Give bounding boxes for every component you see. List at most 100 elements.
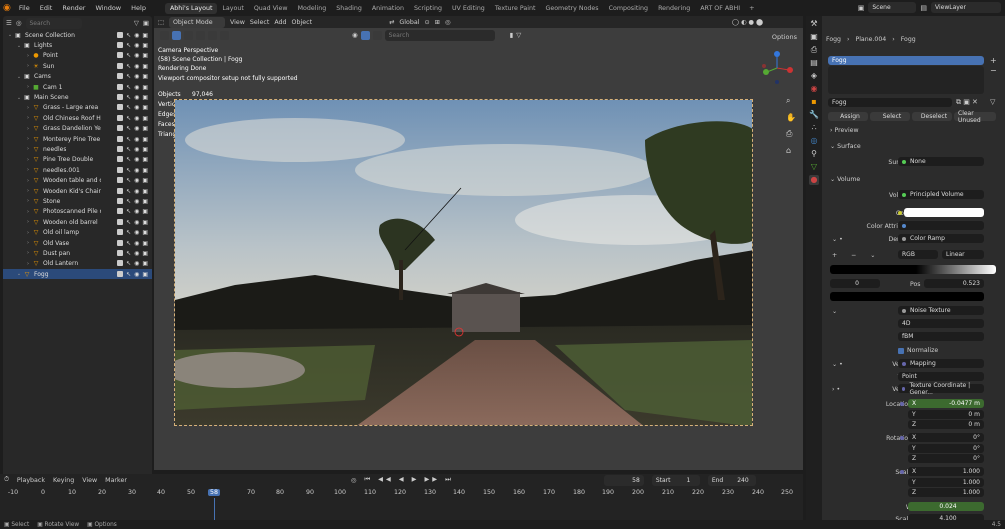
playback-menu[interactable]: Playback bbox=[17, 477, 45, 484]
selectable-arrow-icon[interactable]: ↖ bbox=[126, 271, 131, 278]
visibility-eye-icon[interactable]: ◉ bbox=[134, 198, 139, 205]
tab-workspace[interactable]: Scripting bbox=[409, 3, 447, 14]
outliner-row[interactable]: › ▽ Old oil lamp ↖ ◉ ▣ bbox=[3, 227, 152, 237]
expand-arrow-icon[interactable]: › bbox=[24, 198, 32, 204]
visibility-eye-icon[interactable]: ◉ bbox=[134, 32, 139, 39]
expand-arrow-icon[interactable]: › bbox=[24, 219, 32, 225]
record-icon[interactable]: ◎ bbox=[351, 477, 357, 484]
outliner-row[interactable]: ›▽ Grass Dandelion Yello ↖◉▣ bbox=[3, 124, 152, 134]
expand-arrow-icon[interactable]: › bbox=[24, 53, 32, 59]
exclude-checkbox[interactable] bbox=[117, 73, 124, 80]
exclude-checkbox[interactable] bbox=[117, 166, 124, 173]
tab-workspace[interactable]: Shading bbox=[331, 3, 367, 14]
outliner-row[interactable]: ⌄ ▣ Main Scene ↖ ◉ ▣ bbox=[3, 92, 152, 102]
scale-x-field[interactable]: X 1.000 bbox=[908, 467, 984, 476]
keying-menu[interactable]: Keying bbox=[53, 477, 74, 484]
add-menu[interactable]: Add bbox=[274, 19, 286, 26]
expand-arrow-icon[interactable]: › bbox=[24, 63, 32, 69]
output-tab-icon[interactable]: ⎙ bbox=[809, 45, 819, 55]
3d-viewport[interactable]: ⬚ Object Mode View Select Add Object ⇄ G… bbox=[154, 16, 803, 470]
filter-icon[interactable]: ▽ bbox=[990, 98, 995, 106]
expand-arrow-icon[interactable]: › bbox=[24, 115, 32, 121]
rotation-y-field[interactable]: Y 0° bbox=[908, 443, 984, 453]
noise-type[interactable]: fBM bbox=[898, 332, 984, 341]
render-camera-icon[interactable]: ▣ bbox=[142, 84, 148, 91]
outliner-row[interactable]: › ● Point ↖ ◉ ▣ bbox=[3, 51, 152, 61]
exclude-checkbox[interactable] bbox=[117, 249, 124, 256]
viewport-search-input[interactable]: Search bbox=[384, 29, 495, 41]
render-camera-icon[interactable]: ▣ bbox=[142, 198, 148, 205]
color-swatch[interactable] bbox=[904, 208, 984, 217]
selectable-arrow-icon[interactable]: ↖ bbox=[126, 84, 131, 91]
selectable-arrow-icon[interactable]: ↖ bbox=[126, 125, 131, 132]
select-invert-icon[interactable] bbox=[208, 30, 217, 40]
new-collection-icon[interactable]: ▣ bbox=[143, 19, 149, 27]
expand-arrow-icon[interactable]: › bbox=[24, 178, 32, 184]
outliner-row[interactable]: › ▽ Old Vase ↖ ◉ ▣ bbox=[3, 238, 152, 248]
scene-selector[interactable]: Scene bbox=[868, 2, 917, 13]
pivot-icon[interactable]: ⊙ bbox=[424, 19, 429, 26]
ramp-stop-controls[interactable]: + − ⌄ bbox=[832, 252, 882, 259]
expand-arrow-icon[interactable]: › bbox=[24, 126, 32, 132]
rotation-z-field[interactable]: Z 0° bbox=[908, 454, 984, 463]
filter-icon[interactable]: ▽ bbox=[134, 19, 139, 27]
zoom-icon[interactable]: ⌕ bbox=[786, 96, 796, 106]
render-camera-icon[interactable]: ▣ bbox=[142, 32, 148, 39]
expand-arrow-icon[interactable]: ⌄ bbox=[15, 43, 23, 49]
render-camera-icon[interactable]: ▣ bbox=[142, 42, 148, 49]
visibility-eye-icon[interactable]: ◉ bbox=[134, 260, 139, 267]
expand-arrow-icon[interactable]: › bbox=[24, 230, 32, 236]
scene-tab-icon[interactable]: ◈ bbox=[809, 71, 819, 81]
selectable-arrow-icon[interactable]: ↖ bbox=[126, 52, 131, 59]
menu-file[interactable]: File bbox=[14, 4, 35, 12]
editor-type-icon[interactable]: ⬚ bbox=[158, 19, 164, 26]
add-workspace-icon[interactable]: + bbox=[749, 4, 754, 12]
select-box-icon[interactable] bbox=[172, 30, 181, 40]
render-tab-icon[interactable]: ▣ bbox=[809, 32, 819, 42]
render-camera-icon[interactable]: ▣ bbox=[142, 73, 148, 80]
add-slot-icon[interactable]: + bbox=[990, 56, 997, 65]
view-layer-tab-icon[interactable]: ▤ bbox=[809, 58, 819, 68]
selectable-arrow-icon[interactable]: ↖ bbox=[126, 115, 131, 122]
selectable-arrow-icon[interactable]: ↖ bbox=[126, 104, 131, 111]
select-extend-icon[interactable] bbox=[184, 30, 193, 40]
expand-arrow-icon[interactable]: ⌄ bbox=[15, 95, 23, 101]
pan-hand-icon[interactable]: ✋ bbox=[786, 113, 796, 122]
visibility-eye-icon[interactable]: ◉ bbox=[134, 219, 139, 226]
exclude-checkbox[interactable] bbox=[117, 239, 124, 246]
exclude-checkbox[interactable] bbox=[117, 62, 124, 69]
expand-arrow-icon[interactable]: › bbox=[24, 157, 32, 163]
menu-edit[interactable]: Edit bbox=[35, 4, 58, 12]
render-camera-icon[interactable]: ▣ bbox=[142, 219, 148, 226]
shading-icons[interactable]: ◯ ◐ ● ⬤ bbox=[732, 19, 763, 26]
display-mode-icon[interactable]: ◎ bbox=[16, 19, 22, 27]
tab-workspace[interactable]: Modeling bbox=[293, 3, 332, 14]
tab-workspace[interactable]: ART OF ABHI bbox=[695, 3, 745, 14]
exclude-checkbox[interactable] bbox=[117, 31, 124, 38]
expand-arrow-icon[interactable]: › bbox=[24, 250, 32, 256]
scale-socket-icon[interactable] bbox=[900, 469, 908, 476]
selectable-arrow-icon[interactable]: ↖ bbox=[126, 240, 131, 247]
select-intersect-icon[interactable] bbox=[220, 30, 229, 40]
density-input-field[interactable]: Color Ramp bbox=[898, 234, 984, 243]
world-tab-icon[interactable]: ◉ bbox=[809, 84, 819, 94]
selectable-arrow-icon[interactable]: ↖ bbox=[126, 73, 131, 80]
visibility-eye-icon[interactable]: ◉ bbox=[134, 271, 139, 278]
action-button-deselect[interactable]: Deselect bbox=[912, 112, 952, 121]
exclude-checkbox[interactable] bbox=[117, 270, 124, 277]
expand-arrow-icon[interactable]: › bbox=[24, 84, 32, 90]
data-tab-icon[interactable]: ▽ bbox=[809, 162, 819, 172]
location-socket-icon[interactable] bbox=[900, 401, 908, 408]
color-ramp-bar[interactable] bbox=[830, 265, 996, 274]
visibility-eye-icon[interactable]: ◉ bbox=[134, 136, 139, 143]
ramp-stop-index[interactable]: 0 bbox=[830, 279, 880, 288]
visibility-eye-icon[interactable]: ◉ bbox=[134, 115, 139, 122]
scene-icon[interactable]: ▣ bbox=[858, 4, 865, 12]
render-camera-icon[interactable]: ▣ bbox=[142, 167, 148, 174]
outliner-row[interactable]: › ☀ Sun ↖ ◉ ▣ bbox=[3, 61, 152, 71]
action-button-assign[interactable]: Assign bbox=[828, 112, 868, 121]
render-camera-icon[interactable]: ▣ bbox=[142, 260, 148, 267]
render-camera-icon[interactable]: ▣ bbox=[142, 146, 148, 153]
exclude-checkbox[interactable] bbox=[117, 94, 124, 101]
constraints-tab-icon[interactable]: ⚲ bbox=[809, 149, 819, 159]
